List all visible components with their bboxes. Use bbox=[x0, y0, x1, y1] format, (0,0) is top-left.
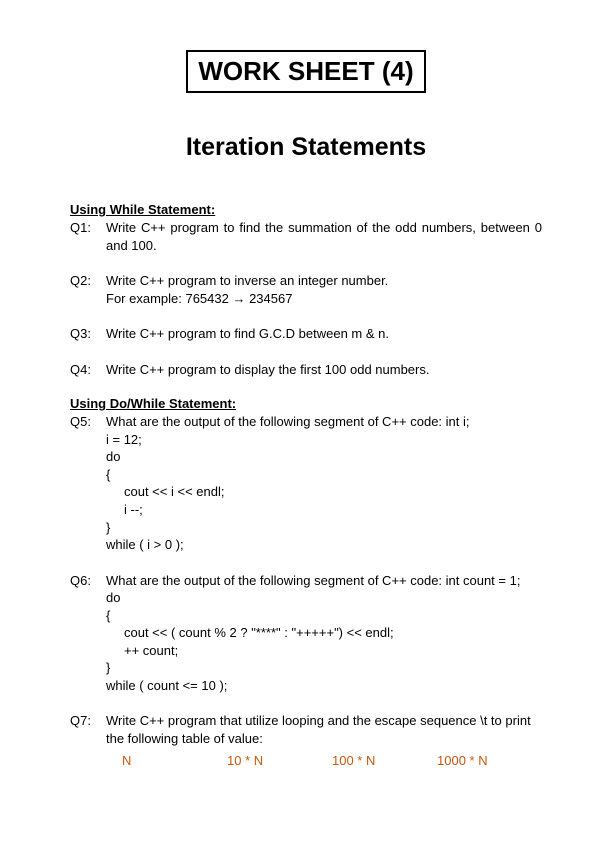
question-label: Q4: bbox=[70, 361, 106, 379]
question-label: Q5: bbox=[70, 413, 106, 553]
question-label: Q2: bbox=[70, 272, 106, 307]
line: while ( count <= 10 ); bbox=[106, 677, 542, 695]
question-body: Write C++ program to find the summation … bbox=[106, 219, 542, 254]
question-body: Write C++ program to find G.C.D between … bbox=[106, 325, 542, 343]
col-header: 1000 * N bbox=[437, 752, 542, 770]
line: For example: 765432 → 234567 bbox=[106, 290, 542, 308]
question-label: Q6: bbox=[70, 572, 106, 695]
line: Write C++ program that utilize looping a… bbox=[106, 712, 542, 747]
question-body: What are the output of the following seg… bbox=[106, 572, 542, 695]
page-title: WORK SHEET (4) bbox=[186, 50, 425, 93]
line: Write C++ program to inverse an integer … bbox=[106, 272, 542, 290]
line: } bbox=[106, 659, 542, 677]
page-subtitle: Iteration Statements bbox=[70, 133, 542, 162]
line: do bbox=[106, 589, 542, 607]
line: { bbox=[106, 607, 542, 625]
title-wrap: WORK SHEET (4) bbox=[70, 50, 542, 93]
question-row: Q1: Write C++ program to find the summat… bbox=[70, 219, 542, 254]
question-row: Q6: What are the output of the following… bbox=[70, 572, 542, 695]
question-row: Q5: What are the output of the following… bbox=[70, 413, 542, 553]
line: i = 12; bbox=[106, 431, 542, 449]
line: What are the output of the following seg… bbox=[106, 413, 542, 431]
worksheet-page: WORK SHEET (4) Iteration Statements Usin… bbox=[0, 0, 612, 803]
line: cout << i << endl; bbox=[106, 483, 542, 501]
question-label: Q1: bbox=[70, 219, 106, 254]
line: do bbox=[106, 448, 542, 466]
section-header-dowhile: Using Do/While Statement: bbox=[70, 396, 542, 411]
question-body: What are the output of the following seg… bbox=[106, 413, 542, 553]
col-header: 100 * N bbox=[332, 752, 437, 770]
line: cout << ( count % 2 ? "****" : "+++++") … bbox=[106, 624, 542, 642]
line: while ( i > 0 ); bbox=[106, 536, 542, 554]
line: ++ count; bbox=[106, 642, 542, 660]
line: { bbox=[106, 466, 542, 484]
line: i --; bbox=[106, 501, 542, 519]
question-label: Q7: bbox=[70, 712, 106, 769]
question-label: Q3: bbox=[70, 325, 106, 343]
table-header: N 10 * N 100 * N 1000 * N bbox=[106, 752, 542, 770]
question-body: Write C++ program that utilize looping a… bbox=[106, 712, 542, 769]
question-row: Q7: Write C++ program that utilize loopi… bbox=[70, 712, 542, 769]
question-row: Q3: Write C++ program to find G.C.D betw… bbox=[70, 325, 542, 343]
question-body: Write C++ program to display the first 1… bbox=[106, 361, 542, 379]
col-header: 10 * N bbox=[227, 752, 332, 770]
section-header-while: Using While Statement: bbox=[70, 202, 542, 217]
question-row: Q4: Write C++ program to display the fir… bbox=[70, 361, 542, 379]
line: } bbox=[106, 519, 542, 537]
question-body: Write C++ program to inverse an integer … bbox=[106, 272, 542, 307]
question-row: Q2: Write C++ program to inverse an inte… bbox=[70, 272, 542, 307]
line: What are the output of the following seg… bbox=[106, 572, 542, 590]
col-header: N bbox=[106, 752, 227, 770]
